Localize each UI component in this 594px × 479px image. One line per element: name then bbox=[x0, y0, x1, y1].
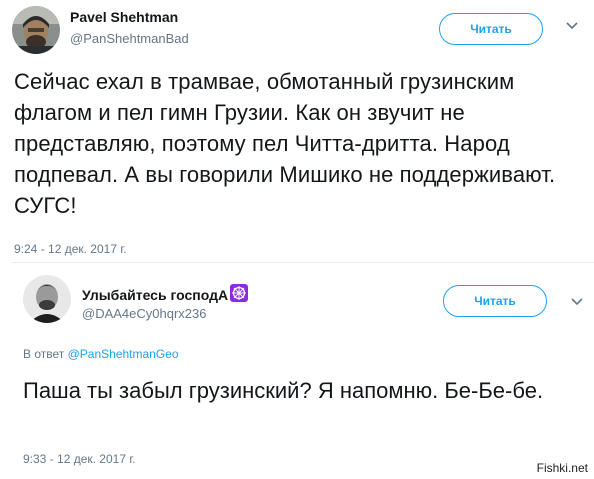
tweet-text: Сейчас ехал в трамвае, обмотанный грузин… bbox=[14, 69, 556, 218]
main-tweet: Pavel Shehtman @PanShehtmanBad Читать Се… bbox=[0, 0, 594, 262]
dharma-wheel-icon bbox=[230, 284, 249, 305]
tweet-text: Паша ты забыл грузинский? Я напомню. Бе-… bbox=[23, 378, 544, 403]
reply-prefix: В ответ bbox=[23, 347, 65, 361]
tweet-timestamp[interactable]: 9:24 - 12 дек. 2017 г. bbox=[14, 242, 127, 256]
watermark: Fishki.net bbox=[536, 461, 588, 475]
avatar[interactable] bbox=[23, 275, 71, 323]
author-name[interactable]: Улыбайтесь господА bbox=[82, 284, 249, 305]
avatar[interactable] bbox=[12, 6, 60, 54]
author-handle[interactable]: @PanShehtmanBad bbox=[70, 31, 189, 46]
author-name[interactable]: Pavel Shehtman bbox=[70, 9, 178, 25]
reply-tweet: Улыбайтесь господА @DAA4eCy0hqrx236 Чита… bbox=[0, 263, 594, 479]
chevron-down-icon[interactable] bbox=[568, 293, 586, 311]
reply-context: В ответ @PanShehtmanGeo bbox=[23, 347, 179, 361]
tweet-timestamp[interactable]: 9:33 - 12 дек. 2017 г. bbox=[23, 452, 136, 466]
author-name-text: Улыбайтесь господА bbox=[82, 286, 229, 303]
follow-button[interactable]: Читать bbox=[443, 285, 547, 317]
chevron-down-icon[interactable] bbox=[563, 17, 581, 35]
author-handle[interactable]: @DAA4eCy0hqrx236 bbox=[82, 306, 206, 321]
reply-to-link[interactable]: @PanShehtmanGeo bbox=[68, 347, 179, 361]
follow-button[interactable]: Читать bbox=[439, 13, 543, 45]
